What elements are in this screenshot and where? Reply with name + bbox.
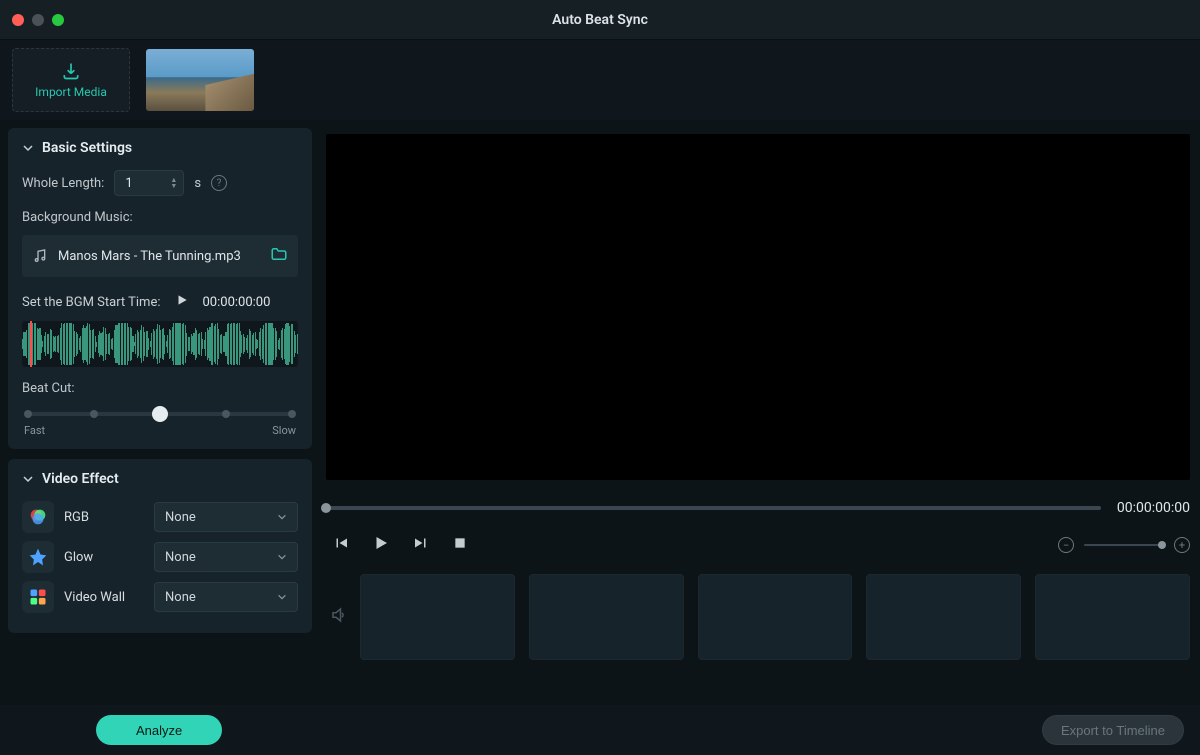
clip-slot[interactable] <box>1035 574 1190 660</box>
rgb-icon <box>22 501 54 533</box>
stepper-controls[interactable]: ▲▼ <box>170 178 177 189</box>
background-music-filename: Manos Mars - The Tunning.mp3 <box>58 249 241 264</box>
chevron-down-icon <box>277 592 287 602</box>
speaker-icon <box>330 606 348 624</box>
clip-slot[interactable] <box>360 574 515 660</box>
next-frame-icon <box>412 534 430 552</box>
effect-value: None <box>165 550 196 565</box>
basic-settings-section: Basic Settings Whole Length: 1 ▲▼ s ? Ba… <box>8 128 312 449</box>
bgm-start-timecode: 00:00:00:00 <box>203 295 271 310</box>
bgm-waveform[interactable] <box>22 321 298 367</box>
play-icon <box>175 293 189 307</box>
timeline-area <box>326 574 1190 660</box>
analyze-button[interactable]: Analyze <box>96 715 222 745</box>
title-bar: Auto Beat Sync <box>0 0 1200 40</box>
browse-music-button[interactable] <box>270 245 288 267</box>
whole-length-value: 1 <box>125 176 132 191</box>
effect-value: None <box>165 510 196 525</box>
window-controls <box>12 14 64 26</box>
video-effect-title: Video Effect <box>42 471 119 487</box>
effect-value: None <box>165 590 196 605</box>
music-note-icon <box>32 248 48 264</box>
whole-length-unit: s <box>194 176 201 191</box>
import-media-label: Import Media <box>35 85 107 99</box>
chevron-down-icon <box>277 512 287 522</box>
beat-cut-thumb[interactable] <box>152 406 168 422</box>
prev-frame-button[interactable] <box>332 534 350 556</box>
whole-length-label: Whole Length: <box>22 176 104 191</box>
maximize-window-button[interactable] <box>52 14 64 26</box>
media-thumbnail[interactable] <box>146 49 254 111</box>
play-icon <box>372 534 390 552</box>
close-window-button[interactable] <box>12 14 24 26</box>
bgm-play-button[interactable] <box>175 293 189 311</box>
beat-cut-fast-label: Fast <box>24 424 45 437</box>
effect-row-glow: Glow None <box>22 541 298 573</box>
clip-slot[interactable] <box>698 574 853 660</box>
footer: Analyze Export to Timeline <box>0 705 1200 755</box>
progress-thumb[interactable] <box>321 503 331 513</box>
video-effect-header[interactable]: Video Effect <box>22 471 298 487</box>
glow-icon <box>22 541 54 573</box>
mute-button[interactable] <box>326 606 348 628</box>
preview-panel: 00:00:00:00 − + <box>320 120 1200 705</box>
basic-settings-title: Basic Settings <box>42 140 132 156</box>
clip-slot[interactable] <box>866 574 1021 660</box>
effect-dropdown-glow[interactable]: None <box>154 542 298 572</box>
effect-name: RGB <box>64 510 144 525</box>
effect-name: Glow <box>64 550 144 565</box>
chevron-down-icon <box>22 473 34 485</box>
media-strip: Import Media <box>0 40 1200 120</box>
chevron-down-icon <box>277 552 287 562</box>
effect-dropdown-video-wall[interactable]: None <box>154 582 298 612</box>
window-title: Auto Beat Sync <box>552 12 648 28</box>
beat-cut-slow-label: Slow <box>272 424 296 437</box>
whole-length-input[interactable]: 1 ▲▼ <box>114 170 184 196</box>
effect-row-video-wall: Video Wall None <box>22 581 298 613</box>
beat-cut-label: Beat Cut: <box>22 381 298 396</box>
folder-icon <box>270 245 288 263</box>
chevron-down-icon <box>22 142 34 154</box>
zoom-controls: − + <box>1058 537 1190 553</box>
effect-row-rgb: RGB None <box>22 501 298 533</box>
bgm-start-label: Set the BGM Start Time: <box>22 295 161 310</box>
playback-progress[interactable] <box>326 506 1101 510</box>
background-music-row: Manos Mars - The Tunning.mp3 <box>22 235 298 277</box>
beat-cut-slider[interactable] <box>28 412 292 416</box>
export-to-timeline-button[interactable]: Export to Timeline <box>1042 715 1184 745</box>
minimize-window-button[interactable] <box>32 14 44 26</box>
transport-controls: − + <box>326 534 1190 556</box>
next-frame-button[interactable] <box>412 534 430 556</box>
help-icon[interactable]: ? <box>211 175 227 191</box>
clip-slot[interactable] <box>529 574 684 660</box>
clip-slots <box>360 574 1190 660</box>
video-wall-icon <box>22 581 54 613</box>
play-button[interactable] <box>372 534 390 556</box>
effect-dropdown-rgb[interactable]: None <box>154 502 298 532</box>
waveform-playhead[interactable] <box>30 321 32 367</box>
import-icon <box>61 61 81 81</box>
stop-button[interactable] <box>452 535 468 555</box>
basic-settings-header[interactable]: Basic Settings <box>22 140 298 156</box>
zoom-in-button[interactable]: + <box>1174 537 1190 553</box>
playback-timecode: 00:00:00:00 <box>1117 500 1190 516</box>
video-effect-section: Video Effect RGB None Glow None <box>8 459 312 633</box>
prev-frame-icon <box>332 534 350 552</box>
import-media-button[interactable]: Import Media <box>12 48 130 112</box>
zoom-out-button[interactable]: − <box>1058 537 1074 553</box>
zoom-thumb[interactable] <box>1158 541 1166 549</box>
left-panel: Basic Settings Whole Length: 1 ▲▼ s ? Ba… <box>0 120 320 705</box>
video-preview[interactable] <box>326 134 1190 480</box>
zoom-slider[interactable] <box>1084 544 1164 546</box>
effect-name: Video Wall <box>64 590 144 605</box>
background-music-label: Background Music: <box>22 210 298 225</box>
stop-icon <box>452 535 468 551</box>
